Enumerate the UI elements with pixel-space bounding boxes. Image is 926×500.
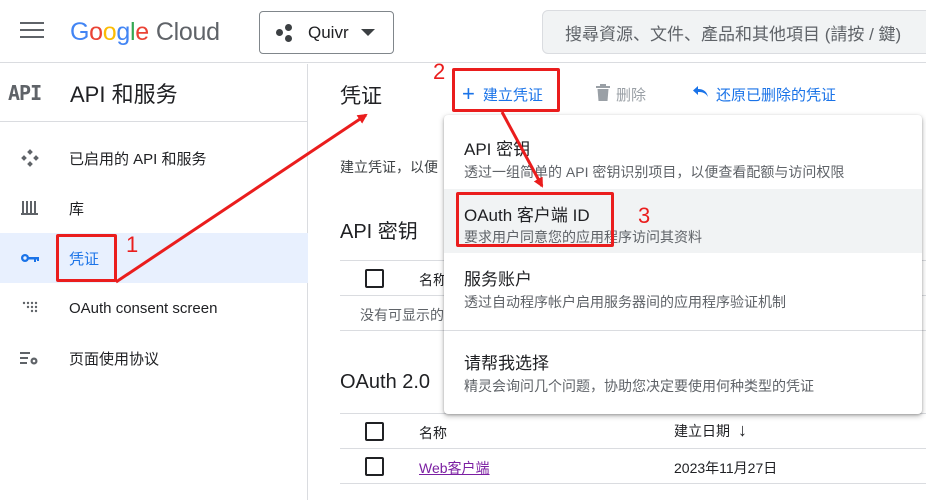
library-icon [20, 198, 40, 218]
column-header-name: 名称 [419, 272, 447, 288]
sidebar-item-label: 库 [69, 200, 85, 218]
restore-deleted-button[interactable]: 还原已删除的凭证 [692, 83, 836, 105]
project-icon [276, 23, 296, 42]
logo-letter: o [89, 17, 103, 46]
logo-letter: o [102, 17, 117, 46]
column-header-created-label: 建立日期 [674, 423, 730, 439]
project-name: Quivr [308, 22, 349, 42]
sidebar-item-enabled-apis[interactable]: 已启用的 API 和服务 [0, 133, 308, 183]
menu-item-title: 服务账户 [464, 270, 532, 289]
intro-text: 建立凭证，以便 [340, 159, 438, 175]
main-menu-icon[interactable] [20, 22, 44, 40]
logo-suffix: Cloud [155, 17, 220, 46]
create-credentials-menu: API 密钥 透过一组简单的 API 密钥识别项目，以便查看配额与访问权限 OA… [444, 115, 922, 414]
annotation-step-1: 1 [126, 232, 139, 257]
column-header-created[interactable]: 建立日期 ↓ [674, 420, 747, 441]
sidebar-item-label: 页面使用协议 [69, 350, 160, 368]
chevron-down-icon [361, 29, 375, 36]
sidebar-title: API 和服务 [70, 81, 178, 107]
sidebar-item-credentials[interactable]: 凭证 [0, 233, 308, 283]
sidebar: API API 和服务 已启用的 API 和服务 库 凭证 OAuth cons… [0, 64, 308, 500]
logo-letter: e [135, 17, 149, 46]
menu-item-desc: 透过一组简单的 API 密钥识别项目，以便查看配额与访问权限 [464, 164, 845, 180]
menu-item-service-account[interactable]: 服务账户 透过自动程序帐户启用服务器间的应用程序验证机制 [444, 253, 922, 319]
menu-item-title: 请帮我选择 [464, 354, 549, 373]
trash-icon [596, 83, 610, 105]
empty-message: 没有可显示的 [360, 307, 444, 323]
top-bar: Google Cloud Quivr 搜尋資源、文件、產品和其他項目 (請按 /… [0, 0, 926, 63]
sidebar-item-oauth-consent[interactable]: OAuth consent screen [0, 283, 308, 333]
search-placeholder: 搜尋資源、文件、產品和其他項目 (請按 / 鍵) [565, 24, 902, 44]
menu-item-help-me-choose[interactable]: 请帮我选择 精灵会询问几个问题，协助您决定要使用何种类型的凭证 [444, 337, 922, 403]
consent-dots-icon [20, 298, 40, 318]
sidebar-item-library[interactable]: 库 [0, 183, 308, 233]
logo-letter: g [116, 17, 130, 46]
key-icon [20, 248, 40, 268]
table-row: Web客户端 2023年11月27日 [340, 449, 926, 484]
menu-divider [444, 330, 922, 331]
logo-letter: G [70, 17, 90, 46]
page-title: 凭证 [340, 85, 382, 108]
sidebar-item-label: 已启用的 API 和服务 [69, 150, 207, 168]
google-cloud-logo[interactable]: Google Cloud [70, 15, 220, 49]
client-name-link[interactable]: Web客户端 [419, 458, 490, 478]
annotation-box-credentials [56, 234, 117, 282]
sidebar-header: API API 和服务 [0, 64, 307, 122]
row-checkbox[interactable] [365, 457, 384, 476]
menu-item-desc: 透过自动程序帐户启用服务器间的应用程序验证机制 [464, 294, 786, 310]
menu-item-api-key[interactable]: API 密钥 透过一组简单的 API 密钥识别项目，以便查看配额与访问权限 [444, 123, 922, 189]
annotation-box-create [452, 68, 560, 112]
delete-button[interactable]: 删除 [596, 83, 646, 105]
settings-list-icon [20, 348, 40, 368]
annotation-step-2: 2 [433, 59, 446, 84]
column-header-name: 名称 [419, 425, 447, 441]
arrow-down-icon: ↓ [738, 420, 747, 440]
select-all-checkbox[interactable] [365, 422, 384, 441]
sidebar-item-label: OAuth consent screen [69, 299, 218, 317]
api-keys-title: API 密钥 [340, 221, 418, 243]
delete-label: 删除 [616, 86, 647, 104]
sidebar-item-page-usage[interactable]: 页面使用协议 [0, 333, 308, 383]
api-diamond-icon [20, 148, 40, 168]
annotation-box-oauth-client [456, 192, 614, 247]
created-date: 2023年11月27日 [674, 460, 778, 476]
menu-item-title: API 密钥 [464, 140, 531, 159]
select-all-checkbox[interactable] [365, 269, 384, 288]
restore-label: 还原已删除的凭证 [716, 86, 837, 104]
menu-item-desc: 精灵会询问几个问题，协助您决定要使用何种类型的凭证 [464, 378, 814, 394]
project-picker[interactable]: Quivr [259, 11, 394, 54]
oauth-clients-table: 名称 建立日期 ↓ Web客户端 2023年11月27日 [340, 413, 926, 484]
undo-icon [692, 85, 710, 103]
annotation-step-3: 3 [638, 203, 651, 228]
search-input[interactable]: 搜尋資源、文件、產品和其他項目 (請按 / 鍵) [542, 10, 926, 54]
api-badge-icon: API [8, 80, 42, 105]
oauth-title: OAuth 2.0 [340, 371, 431, 393]
table-header-row: 名称 建立日期 ↓ [340, 414, 926, 449]
